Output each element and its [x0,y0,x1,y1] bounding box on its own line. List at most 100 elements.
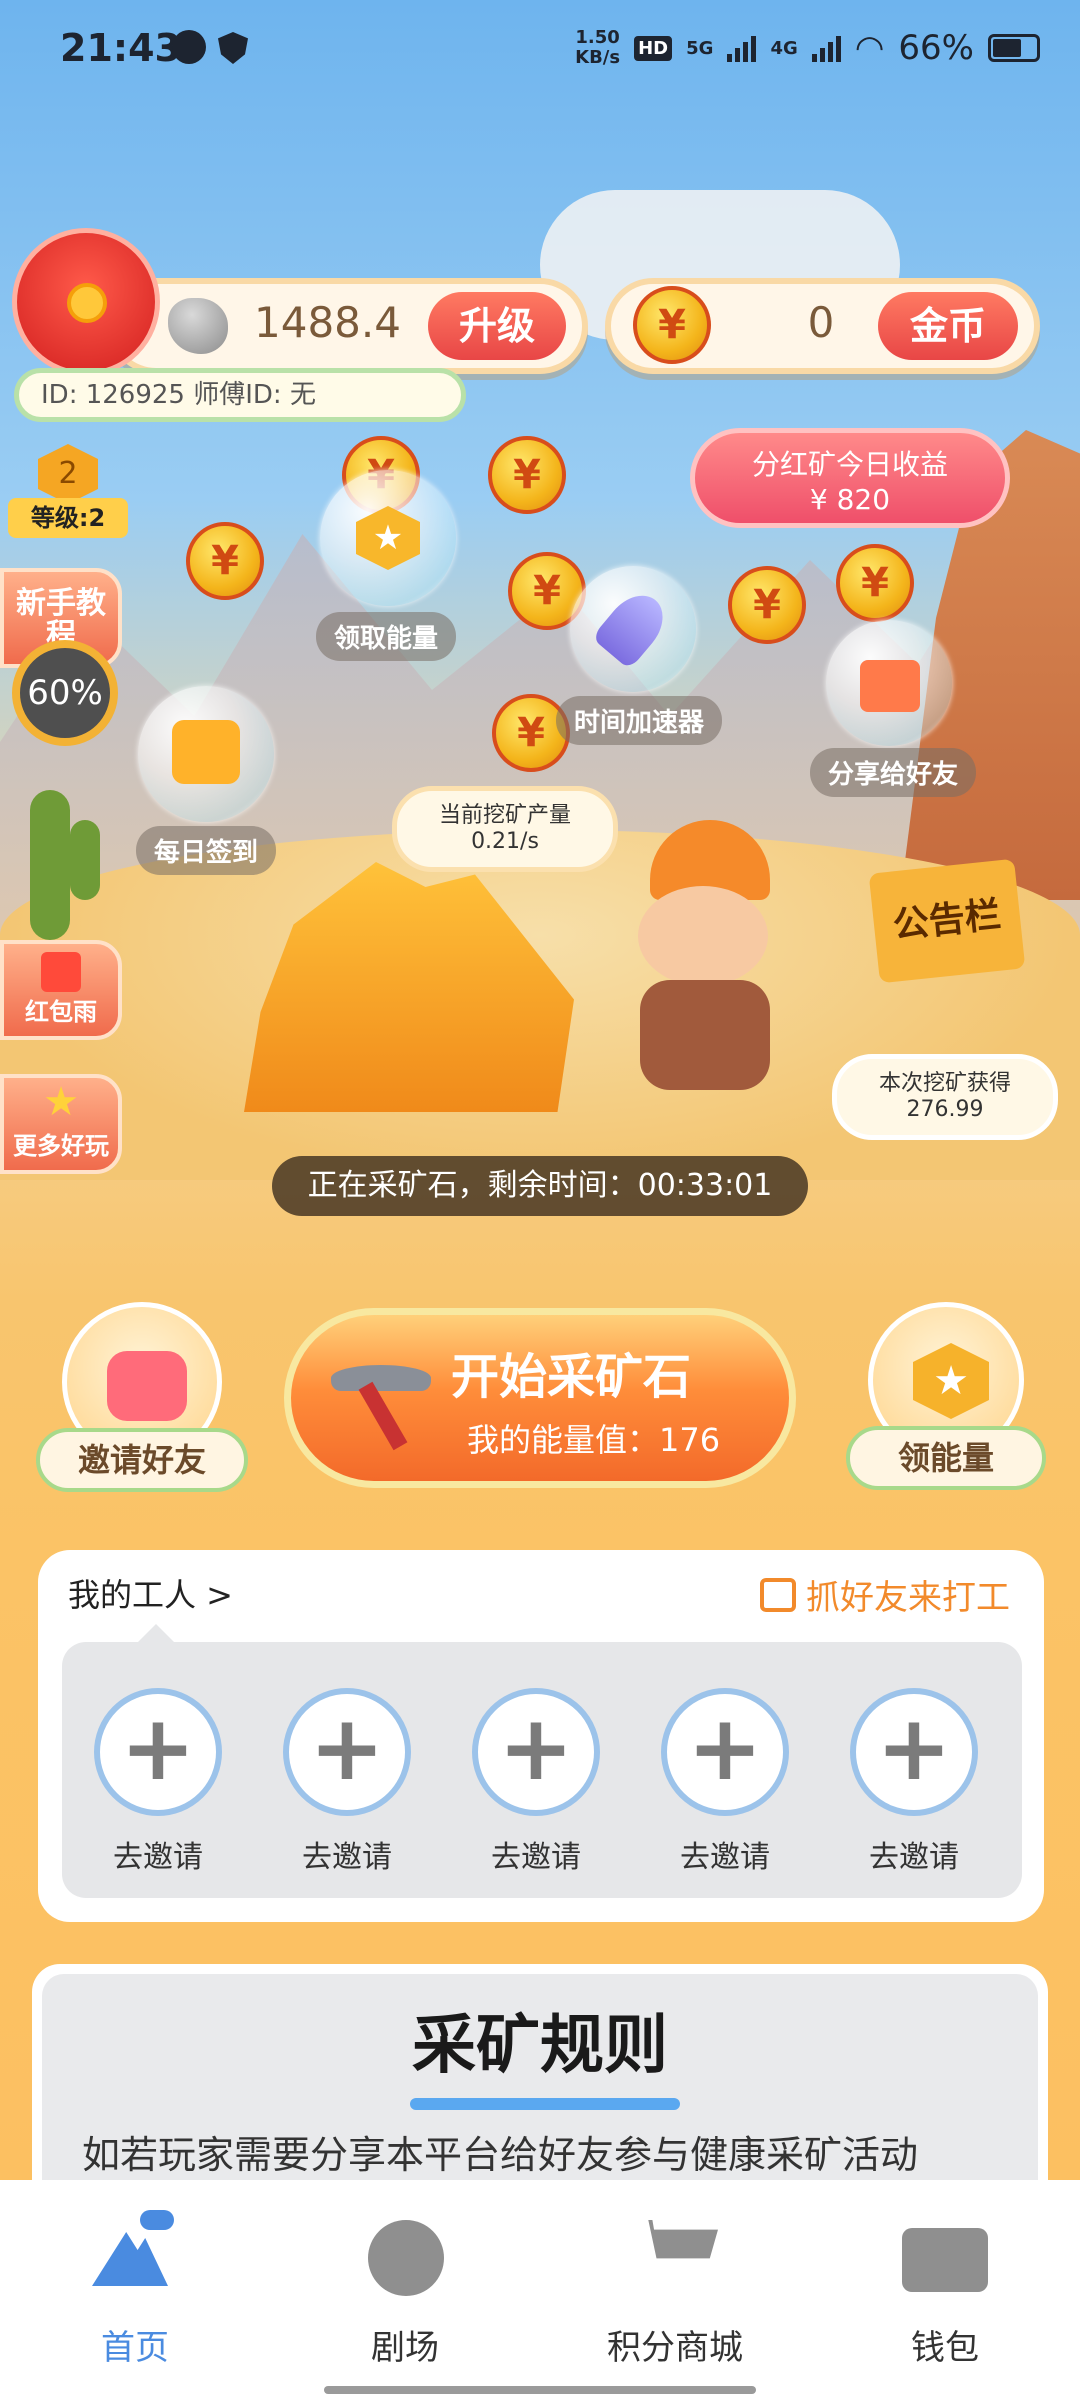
claim-energy-bubble[interactable]: ★ [320,470,456,606]
tab-wallet[interactable]: 钱包 [810,2180,1080,2380]
mining-rate-bubble: 当前挖矿产量 0.21/s [392,786,618,872]
tab-theater[interactable]: 剧场 [270,2180,540,2380]
floating-coin[interactable]: ¥ [728,566,806,644]
plus-icon: + [661,1688,789,1816]
worker-slot[interactable]: + 去邀请 [850,1688,978,1875]
invite-friends-button[interactable]: 邀请好友 [36,1298,248,1498]
start-mining-button[interactable]: 开始采矿石 我的能量值：176 [284,1308,796,1488]
upgrade-button[interactable]: 升级 [428,292,566,360]
worker-slot[interactable]: + 去邀请 [472,1688,600,1875]
notice-board[interactable]: 公告栏 [868,858,1026,984]
tab-points-mall[interactable]: 积分商城 [540,2180,810,2380]
daily-checkin-label[interactable]: 每日签到 [136,826,277,875]
ore-balance-bar: 1488.4 升级 [108,278,588,374]
workers-card: 我的工人 > 抓好友来打工 + 去邀请 + 去邀请 + 去邀请 + 去邀请 + … [38,1550,1044,1922]
sync-icon [172,30,206,64]
signal-icon [727,34,757,62]
floating-coin[interactable]: ¥ [488,436,566,514]
time-accelerator-bubble[interactable] [570,566,696,692]
net-speed: 1.50 KB/s [575,27,621,68]
mining-status: 正在采矿石，剩余时间：00:33:01 [272,1156,808,1216]
share-icon [760,1577,796,1612]
coins-button[interactable]: 金币 [878,292,1018,360]
energy-value: 我的能量值：176 [467,1421,721,1459]
catch-friends-link[interactable]: 抓好友来打工 [760,1570,1010,1619]
battery-icon [988,34,1040,62]
coin-balance-bar: ¥ 0 金币 [605,278,1040,374]
energy-hexagon-icon: ★ [913,1343,989,1419]
ore-icon [168,298,228,354]
home-indicator[interactable] [324,2386,756,2394]
cactus-arm [70,820,100,900]
miner-face [638,886,768,986]
plus-icon: + [283,1688,411,1816]
share-friends-label[interactable]: 分享给好友 [810,748,977,797]
worker-slot[interactable]: + 去邀请 [661,1688,789,1875]
share-friends-bubble[interactable] [826,620,952,746]
rules-title: 采矿规则 [412,2009,668,2083]
coin-amount: 0 [807,298,835,347]
floating-coin[interactable]: ¥ [836,544,914,622]
hd-icon: HD [634,35,673,61]
sim1-label: 5G [686,37,714,59]
dividend-title: 分红矿今日收益 [751,448,948,481]
red-envelope-icon[interactable] [12,228,160,376]
energy-icon: ★ [356,506,420,570]
film-reel-icon [368,2220,444,2296]
coin-icon: ¥ [633,286,711,364]
wifi-icon: ◠ [854,28,885,68]
miner-body [640,980,770,1090]
mountain-icon [92,2232,168,2286]
gift-icon [860,660,920,712]
wallet-icon [902,2228,988,2292]
rules-text: 如若玩家需要分享本平台给好友参与健康采矿活动 [82,2133,919,2177]
status-time: 21:43 [60,26,181,70]
level-badge[interactable]: 2 等级:2 [8,440,128,550]
signal-icon-2 [811,34,841,62]
daily-checkin-bubble[interactable] [138,686,274,822]
dividend-amount: ¥ 820 [809,483,891,516]
cactus [30,790,70,940]
worker-slot[interactable]: + 去邀请 [283,1688,411,1875]
dividend-badge[interactable]: 分红矿今日收益 ¥ 820 [690,428,1010,528]
user-id-bar: ID: 126925 师傅ID: 无 [14,368,466,422]
worker-slot[interactable]: + 去邀请 [94,1688,222,1875]
mining-rate-title: 当前挖矿产量 [438,803,571,828]
sim2-label: 4G [770,37,798,59]
red-packet-icon [41,952,81,992]
rules-underline [410,2098,680,2110]
workers-title[interactable]: 我的工人 > [68,1570,233,1616]
red-packet-rain-button[interactable]: 红包雨 [0,940,122,1040]
rocket-icon [591,584,675,670]
plus-icon: + [850,1688,978,1816]
mining-gain-value: 276.99 [906,1097,984,1122]
more-fun-button[interactable]: ★ 更多好玩 [0,1074,122,1174]
level-label: 等级:2 [8,498,128,538]
bottom-tab-bar: 首页 剧场 积分商城 钱包 [0,2180,1080,2400]
heart-chat-icon [107,1351,187,1421]
status-right: 1.50 KB/s HD 5G 4G ◠ 66% [575,28,1040,68]
level-number: 2 [38,444,98,504]
cart-icon [636,2220,718,2259]
claim-energy-label[interactable]: 领取能量 [316,612,457,661]
start-mining-title: 开始采矿石 [451,1349,692,1405]
mining-gain-bubble: 本次挖矿获得 276.99 [832,1054,1058,1140]
get-energy-button[interactable]: ★ 领能量 [846,1298,1046,1498]
plus-icon: + [472,1688,600,1816]
pickaxe-icon [331,1351,431,1451]
mining-gain-title: 本次挖矿获得 [878,1071,1011,1096]
star-icon: ★ [43,1079,79,1125]
worker-slots: + 去邀请 + 去邀请 + 去邀请 + 去邀请 + 去邀请 [62,1624,1022,1898]
mining-rate-value: 0.21/s [471,829,539,854]
battery-percent: 66% [898,28,974,68]
status-bar: 21:43 1.50 KB/s HD 5G 4G ◠ 66% [0,0,1080,110]
tab-home[interactable]: 首页 [0,2180,270,2380]
miner-character [600,820,810,1120]
cloud-icon [140,2210,174,2230]
floating-coin[interactable]: ¥ [186,522,264,600]
ore-amount: 1488.4 [254,298,401,347]
shield-icon [218,32,248,64]
time-accelerator-label[interactable]: 时间加速器 [556,696,723,745]
calendar-icon [172,720,240,784]
progress-ring: 60% [12,640,118,746]
